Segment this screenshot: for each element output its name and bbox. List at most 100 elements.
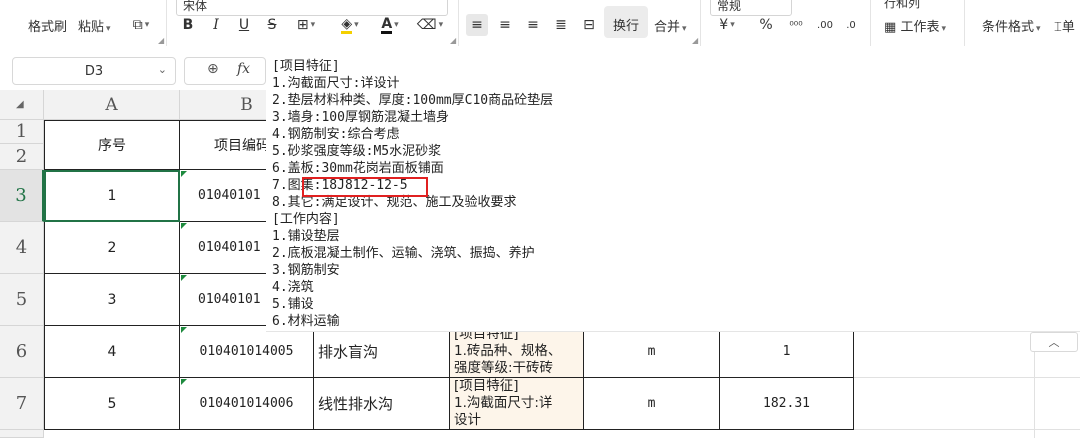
thousands-icon[interactable]: ⁰⁰⁰ <box>786 14 806 36</box>
underline-button[interactable]: U <box>236 14 252 36</box>
name-box[interactable]: D3 ⌄ <box>12 57 176 85</box>
cell-b6[interactable]: 010401014005 <box>180 326 314 378</box>
freeze-label: 单 <box>1061 20 1075 35</box>
popup-line: 1.铺设垫层 <box>272 229 340 244</box>
fx-icon[interactable]: fx <box>237 61 250 77</box>
select-all-corner[interactable]: ◢ <box>0 90 44 120</box>
popup-line: 2.底板混凝土制作、运输、浇筑、振捣、养护 <box>272 246 535 261</box>
number-format-value: 常规 <box>717 0 742 13</box>
italic-button[interactable]: I <box>208 14 224 36</box>
wrap-text-button[interactable]: 换行 <box>604 6 648 38</box>
paste-label: 粘贴 <box>78 20 105 35</box>
divider <box>166 0 167 46</box>
error-indicator-icon <box>181 171 187 177</box>
row-header-5[interactable]: 5 <box>0 274 44 326</box>
function-box[interactable]: ⊕ fx <box>184 57 266 85</box>
cell-a6[interactable]: 4 <box>44 326 180 378</box>
eraser-icon[interactable]: ⌫ ▾ <box>412 14 448 36</box>
cell-a4[interactable]: 2 <box>44 222 180 274</box>
align-center-icon[interactable]: ≡ <box>494 14 516 36</box>
cell-f7[interactable]: 182.31 <box>720 378 854 430</box>
merge-button[interactable]: 合并 ▾ <box>654 16 687 35</box>
row-header-6[interactable]: 6 <box>0 326 44 378</box>
row-header-1[interactable]: 1 <box>0 120 44 144</box>
cell-a3[interactable]: 1 <box>44 170 180 222</box>
row-col-button[interactable]: 行和列 <box>884 0 920 11</box>
currency-button[interactable]: ¥ ▾ <box>712 14 742 36</box>
row-header-8[interactable] <box>0 430 44 438</box>
cell-b7[interactable]: 010401014006 <box>180 378 314 430</box>
bold-button[interactable]: B <box>180 14 196 36</box>
group-launcher-icon[interactable]: ◢ <box>158 36 164 45</box>
percent-button[interactable]: % <box>756 14 776 36</box>
chevron-down-icon[interactable]: ⌄ <box>158 63 167 76</box>
cell-a5[interactable]: 3 <box>44 274 180 326</box>
chevron-down-icon: ▾ <box>682 24 687 34</box>
popup-line: 3.墙身:100厚钢筋混凝土墙身 <box>272 110 449 125</box>
conditional-format-button[interactable]: 条件格式 ▾ <box>982 16 1041 35</box>
group-launcher-icon[interactable]: ◢ <box>450 36 456 45</box>
cell-d6[interactable]: [项目特征] 1.砖品种、规格、 强度等级:干砖砖 <box>450 326 584 378</box>
error-indicator-icon <box>181 379 187 385</box>
cell-a7[interactable]: 5 <box>44 378 180 430</box>
cell-content-popup[interactable]: [项目特征] 1.沟截面尺寸:详设计 2.垫层材料种类、厚度:100mm厚C10… <box>266 56 1080 332</box>
strikethrough-button[interactable]: S <box>264 14 280 36</box>
row-header-2[interactable]: 2 <box>0 144 44 170</box>
error-indicator-icon <box>181 275 187 281</box>
cell-a1-header-seq[interactable]: 序号 <box>44 120 180 170</box>
fill-color-icon[interactable]: ◈ ▾ <box>332 14 368 36</box>
popup-line: 4.钢筋制安:综合考虑 <box>272 127 400 142</box>
corner-triangle-icon: ◢ <box>16 99 24 110</box>
row-header-7[interactable]: 7 <box>0 378 44 430</box>
gridline <box>854 377 1080 378</box>
popup-line: 2.垫层材料种类、厚度:100mm厚C10商品砼垫层 <box>272 93 554 108</box>
copy-icon[interactable]: ⧉ ▾ <box>124 14 158 36</box>
justify-icon[interactable]: ≣ <box>550 14 572 36</box>
freeze-button[interactable]: ⌶单 <box>1054 16 1075 35</box>
paste-button[interactable]: 粘贴 ▾ <box>78 16 111 35</box>
worksheet-label: 工作表 <box>900 20 940 35</box>
increase-decimal-icon[interactable]: .0 <box>840 14 862 36</box>
popup-line: 1.沟截面尺寸:详设计 <box>272 76 400 91</box>
cell-c6[interactable]: 排水盲沟 <box>314 326 450 378</box>
row-header-4[interactable]: 4 <box>0 222 44 274</box>
scroll-up-button[interactable]: ︿ <box>1030 332 1078 352</box>
borders-icon[interactable]: ⊞ ▾ <box>288 14 324 36</box>
align-left-icon[interactable]: ≡ <box>466 14 488 36</box>
table-icon: ▦ <box>884 20 897 35</box>
distributed-icon[interactable]: ⊟ <box>578 14 600 36</box>
decrease-decimal-icon[interactable]: .00 <box>814 14 836 36</box>
popup-line: 6.材料运输 <box>272 314 340 329</box>
cell-c7[interactable]: 线性排水沟 <box>314 378 450 430</box>
row-header-3[interactable]: 3 <box>0 170 44 222</box>
popup-line: 8.其它:满足设计、规范、施工及验收要求 <box>272 195 517 210</box>
chevron-down-icon: ▾ <box>730 20 735 30</box>
header-code-label: 项目编码 <box>214 138 270 154</box>
zoom-search-icon[interactable]: ⊕ <box>207 61 219 77</box>
cell-d7[interactable]: [项目特征] 1.沟截面尺寸:详 设计 <box>450 378 584 430</box>
format-painter-button[interactable]: 格式刷 <box>28 16 67 35</box>
cell-e6[interactable]: m <box>584 326 720 378</box>
cell-f6[interactable]: 1 <box>720 326 854 378</box>
popup-line: 3.钢筋制安 <box>272 263 340 278</box>
popup-line: [项目特征] <box>272 59 340 74</box>
font-name-value: 宋体 <box>183 0 208 13</box>
popup-line: 4.浇筑 <box>272 280 314 295</box>
chevron-down-icon: ▾ <box>941 24 946 34</box>
conditional-format-label: 条件格式 <box>982 20 1035 35</box>
align-right-icon[interactable]: ≡ <box>522 14 544 36</box>
popup-line: 5.砂浆强度等级:M5水泥砂浆 <box>272 144 442 159</box>
divider <box>870 0 871 46</box>
popup-line: [工作内容] <box>272 212 340 227</box>
gridline <box>854 429 1080 430</box>
cell-reference: D3 <box>84 63 104 79</box>
worksheet-button[interactable]: ▦ 工作表 ▾ <box>884 16 946 35</box>
error-indicator-icon <box>181 327 187 333</box>
divider <box>964 0 965 46</box>
font-color-icon[interactable]: A ▾ <box>372 14 408 36</box>
popup-line: 5.铺设 <box>272 297 314 312</box>
cell-e7[interactable]: m <box>584 378 720 430</box>
merge-label: 合并 <box>654 20 681 35</box>
column-header-a[interactable]: A <box>44 90 180 120</box>
group-launcher-icon[interactable]: ◢ <box>692 36 698 45</box>
